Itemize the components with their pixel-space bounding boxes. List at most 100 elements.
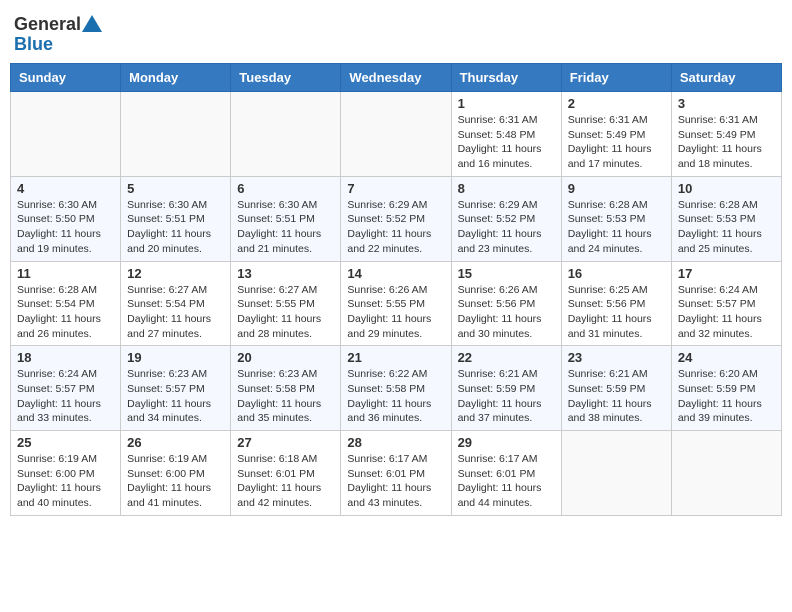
calendar-cell: 14 Sunrise: 6:26 AM Sunset: 5:55 PM Dayli… (341, 261, 451, 346)
day-number: 10 (678, 181, 775, 196)
day-number: 25 (17, 435, 114, 450)
logo-svg: GeneralBlue (14, 10, 104, 55)
day-info: Sunrise: 6:31 AM Sunset: 5:49 PM Dayligh… (568, 113, 665, 172)
calendar-cell: 2 Sunrise: 6:31 AM Sunset: 5:49 PM Daylig… (561, 92, 671, 177)
day-number: 7 (347, 181, 444, 196)
calendar-cell (231, 92, 341, 177)
day-info: Sunrise: 6:19 AM Sunset: 6:00 PM Dayligh… (17, 452, 114, 511)
day-header-thursday: Thursday (451, 64, 561, 92)
day-header-wednesday: Wednesday (341, 64, 451, 92)
day-info: Sunrise: 6:28 AM Sunset: 5:54 PM Dayligh… (17, 283, 114, 342)
calendar-cell: 10 Sunrise: 6:28 AM Sunset: 5:53 PM Dayli… (671, 176, 781, 261)
calendar-cell: 11 Sunrise: 6:28 AM Sunset: 5:54 PM Dayli… (11, 261, 121, 346)
day-info: Sunrise: 6:26 AM Sunset: 5:56 PM Dayligh… (458, 283, 555, 342)
day-number: 16 (568, 266, 665, 281)
calendar-cell: 15 Sunrise: 6:26 AM Sunset: 5:56 PM Dayli… (451, 261, 561, 346)
calendar-week-row: 4Sunrise: 6:30 AM Sunset: 5:50 PM Daylig… (11, 176, 782, 261)
day-number: 8 (458, 181, 555, 196)
day-number: 4 (17, 181, 114, 196)
calendar-cell: 18 Sunrise: 6:24 AM Sunset: 5:57 PM Dayli… (11, 346, 121, 431)
calendar-cell: 12 Sunrise: 6:27 AM Sunset: 5:54 PM Dayli… (121, 261, 231, 346)
day-number: 22 (458, 350, 555, 365)
day-number: 6 (237, 181, 334, 196)
calendar-week-row: 11 Sunrise: 6:28 AM Sunset: 5:54 PM Dayli… (11, 261, 782, 346)
calendar-cell: 5Sunrise: 6:30 AM Sunset: 5:51 PM Daylig… (121, 176, 231, 261)
calendar-cell: 24 Sunrise: 6:20 AM Sunset: 5:59 PM Dayli… (671, 346, 781, 431)
calendar-cell (561, 431, 671, 516)
svg-text:Blue: Blue (14, 34, 53, 54)
day-number: 28 (347, 435, 444, 450)
day-number: 29 (458, 435, 555, 450)
day-info: Sunrise: 6:18 AM Sunset: 6:01 PM Dayligh… (237, 452, 334, 511)
page-header: GeneralBlue (10, 10, 782, 55)
day-number: 13 (237, 266, 334, 281)
day-header-monday: Monday (121, 64, 231, 92)
day-number: 23 (568, 350, 665, 365)
day-number: 14 (347, 266, 444, 281)
calendar-header-row: SundayMondayTuesdayWednesdayThursdayFrid… (11, 64, 782, 92)
day-info: Sunrise: 6:19 AM Sunset: 6:00 PM Dayligh… (127, 452, 224, 511)
day-info: Sunrise: 6:20 AM Sunset: 5:59 PM Dayligh… (678, 367, 775, 426)
calendar-cell: 25 Sunrise: 6:19 AM Sunset: 6:00 PM Dayli… (11, 431, 121, 516)
day-number: 21 (347, 350, 444, 365)
svg-text:General: General (14, 14, 81, 34)
calendar-cell: 28Sunrise: 6:17 AM Sunset: 6:01 PM Dayli… (341, 431, 451, 516)
calendar-cell (671, 431, 781, 516)
day-number: 17 (678, 266, 775, 281)
day-info: Sunrise: 6:28 AM Sunset: 5:53 PM Dayligh… (678, 198, 775, 257)
calendar-cell (121, 92, 231, 177)
calendar-cell: 17 Sunrise: 6:24 AM Sunset: 5:57 PM Dayli… (671, 261, 781, 346)
calendar-cell: 7 Sunrise: 6:29 AM Sunset: 5:52 PM Daylig… (341, 176, 451, 261)
day-number: 9 (568, 181, 665, 196)
day-number: 5 (127, 181, 224, 196)
calendar-week-row: 25 Sunrise: 6:19 AM Sunset: 6:00 PM Dayli… (11, 431, 782, 516)
day-info: Sunrise: 6:24 AM Sunset: 5:57 PM Dayligh… (17, 367, 114, 426)
day-info: Sunrise: 6:28 AM Sunset: 5:53 PM Dayligh… (568, 198, 665, 257)
day-number: 11 (17, 266, 114, 281)
calendar-cell: 13Sunrise: 6:27 AM Sunset: 5:55 PM Dayli… (231, 261, 341, 346)
day-info: Sunrise: 6:23 AM Sunset: 5:58 PM Dayligh… (237, 367, 334, 426)
day-info: Sunrise: 6:17 AM Sunset: 6:01 PM Dayligh… (458, 452, 555, 511)
calendar-cell: 19Sunrise: 6:23 AM Sunset: 5:57 PM Dayli… (121, 346, 231, 431)
day-number: 24 (678, 350, 775, 365)
calendar-cell: 21Sunrise: 6:22 AM Sunset: 5:58 PM Dayli… (341, 346, 451, 431)
day-info: Sunrise: 6:29 AM Sunset: 5:52 PM Dayligh… (458, 198, 555, 257)
day-info: Sunrise: 6:31 AM Sunset: 5:49 PM Dayligh… (678, 113, 775, 172)
day-number: 1 (458, 96, 555, 111)
day-info: Sunrise: 6:27 AM Sunset: 5:54 PM Dayligh… (127, 283, 224, 342)
day-header-friday: Friday (561, 64, 671, 92)
calendar-cell: 20 Sunrise: 6:23 AM Sunset: 5:58 PM Dayli… (231, 346, 341, 431)
day-info: Sunrise: 6:29 AM Sunset: 5:52 PM Dayligh… (347, 198, 444, 257)
day-number: 20 (237, 350, 334, 365)
calendar-cell (11, 92, 121, 177)
day-info: Sunrise: 6:25 AM Sunset: 5:56 PM Dayligh… (568, 283, 665, 342)
day-number: 19 (127, 350, 224, 365)
day-info: Sunrise: 6:24 AM Sunset: 5:57 PM Dayligh… (678, 283, 775, 342)
day-header-saturday: Saturday (671, 64, 781, 92)
day-number: 12 (127, 266, 224, 281)
calendar-cell: 4Sunrise: 6:30 AM Sunset: 5:50 PM Daylig… (11, 176, 121, 261)
calendar-cell: 16 Sunrise: 6:25 AM Sunset: 5:56 PM Dayli… (561, 261, 671, 346)
calendar-cell: 23 Sunrise: 6:21 AM Sunset: 5:59 PM Dayli… (561, 346, 671, 431)
day-info: Sunrise: 6:21 AM Sunset: 5:59 PM Dayligh… (458, 367, 555, 426)
calendar-cell: 9 Sunrise: 6:28 AM Sunset: 5:53 PM Daylig… (561, 176, 671, 261)
day-info: Sunrise: 6:31 AM Sunset: 5:48 PM Dayligh… (458, 113, 555, 172)
calendar-cell: 3Sunrise: 6:31 AM Sunset: 5:49 PM Daylig… (671, 92, 781, 177)
day-info: Sunrise: 6:21 AM Sunset: 5:59 PM Dayligh… (568, 367, 665, 426)
day-info: Sunrise: 6:30 AM Sunset: 5:51 PM Dayligh… (237, 198, 334, 257)
calendar-week-row: 1 Sunrise: 6:31 AM Sunset: 5:48 PM Daylig… (11, 92, 782, 177)
day-number: 26 (127, 435, 224, 450)
calendar-cell: 29 Sunrise: 6:17 AM Sunset: 6:01 PM Dayli… (451, 431, 561, 516)
calendar-cell (341, 92, 451, 177)
logo: GeneralBlue (14, 10, 104, 55)
calendar-cell: 1 Sunrise: 6:31 AM Sunset: 5:48 PM Daylig… (451, 92, 561, 177)
day-number: 27 (237, 435, 334, 450)
calendar-week-row: 18 Sunrise: 6:24 AM Sunset: 5:57 PM Dayli… (11, 346, 782, 431)
day-number: 2 (568, 96, 665, 111)
day-info: Sunrise: 6:26 AM Sunset: 5:55 PM Dayligh… (347, 283, 444, 342)
calendar-cell: 27 Sunrise: 6:18 AM Sunset: 6:01 PM Dayli… (231, 431, 341, 516)
day-number: 15 (458, 266, 555, 281)
calendar-cell: 6 Sunrise: 6:30 AM Sunset: 5:51 PM Daylig… (231, 176, 341, 261)
calendar-cell: 8 Sunrise: 6:29 AM Sunset: 5:52 PM Daylig… (451, 176, 561, 261)
day-number: 18 (17, 350, 114, 365)
